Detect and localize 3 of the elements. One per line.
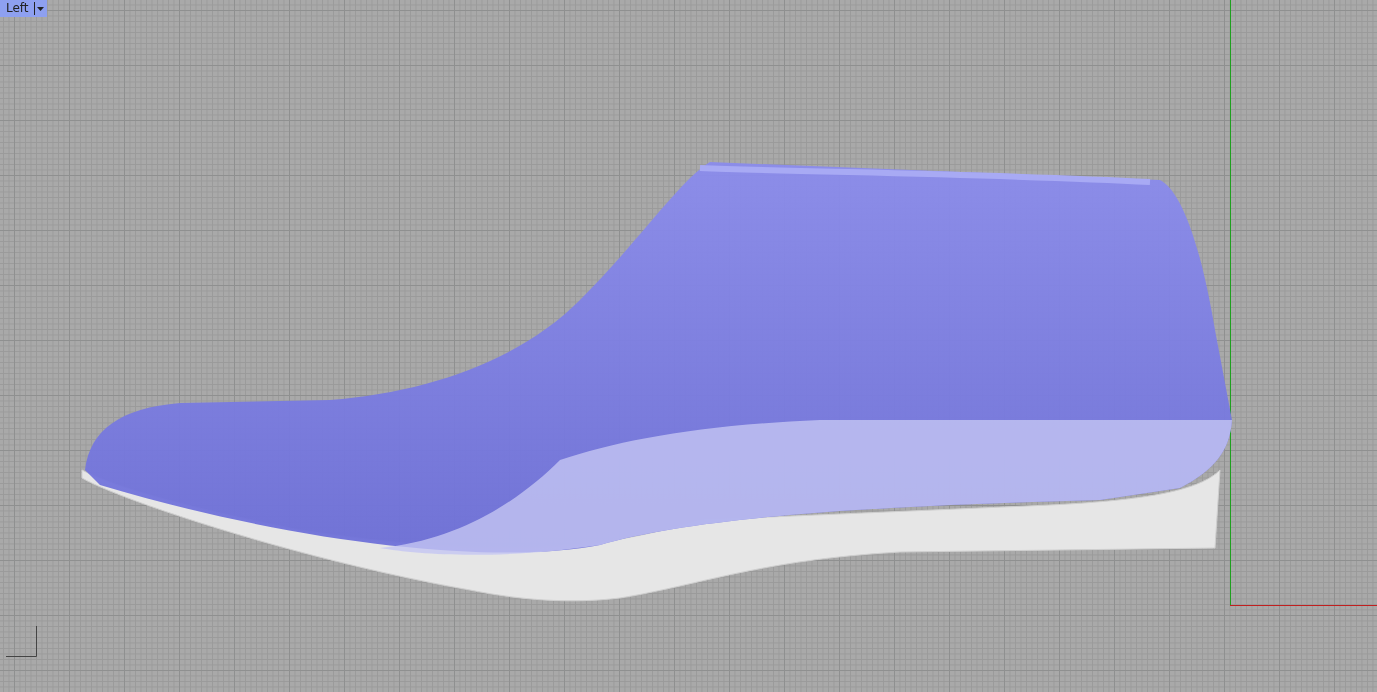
caret-icon[interactable] (33, 2, 47, 15)
viewport-tab[interactable]: Left (0, 0, 47, 17)
axis-icon (5, 625, 37, 657)
